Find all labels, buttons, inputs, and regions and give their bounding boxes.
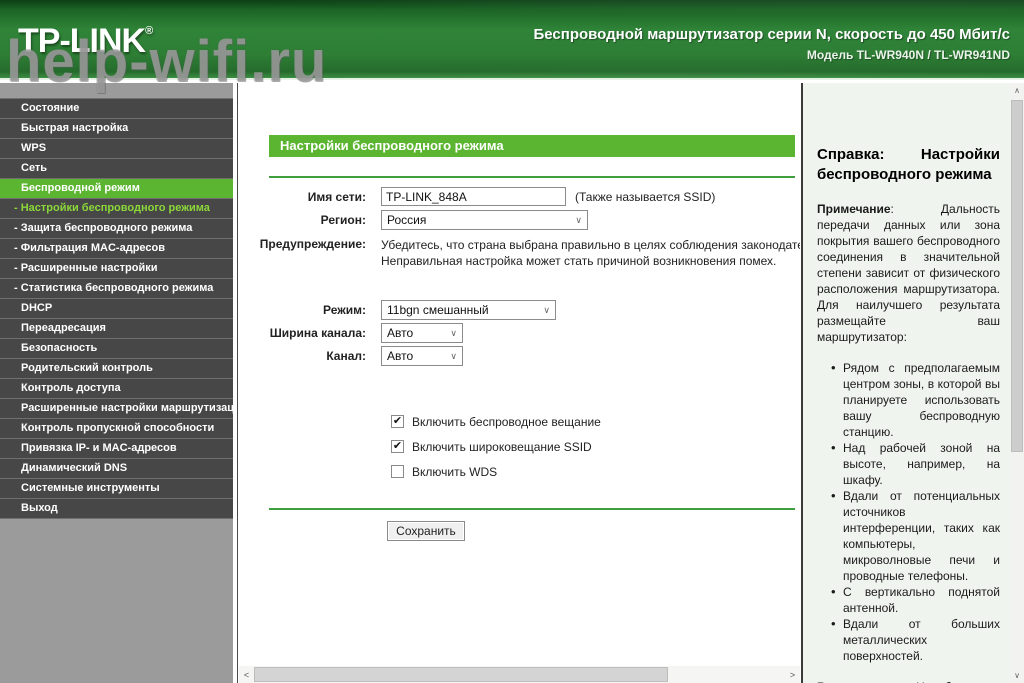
region-select[interactable]: Россия ∨ [381, 210, 588, 230]
help-bullet-3: С вертикально поднятой антенной. [831, 584, 1000, 616]
checkbox-checked-icon[interactable]: ✔ [391, 440, 404, 453]
channel-width-row: Ширина канала: Авто ∨ [238, 323, 800, 343]
channel-value: Авто [387, 349, 414, 363]
help-title: Справка: Настройки беспроводного режима [817, 145, 1000, 185]
sidebar-item-0[interactable]: Состояние [0, 98, 233, 118]
chevron-down-icon: ∨ [575, 214, 582, 225]
channel-label: Канал: [326, 349, 366, 363]
sidebar-item-14[interactable]: Контроль доступа [0, 378, 233, 398]
help-title-right: Настройки [920, 146, 1000, 163]
mode-value: 11bgn смешанный [387, 303, 489, 317]
horizontal-scrollbar: < > [239, 666, 800, 683]
warning-row: Предупреждение: Убедитесь, что страна вы… [238, 237, 800, 269]
ssid-label: Имя сети: [307, 189, 366, 204]
header: TP-LINK® Беспроводной маршрутизатор сери… [0, 0, 1024, 80]
sidebar-item-18[interactable]: Динамический DNS [0, 458, 233, 478]
ssid-input[interactable] [381, 187, 566, 206]
channel-width-value: Авто [387, 326, 414, 340]
sidebar-item-13[interactable]: Родительский контроль [0, 358, 233, 378]
sidebar-item-3[interactable]: Сеть [0, 158, 233, 178]
checkbox-unchecked-icon[interactable] [391, 465, 404, 478]
page-title: Настройки беспроводного режима [269, 135, 795, 157]
sidebar-item-4[interactable]: Беспроводной режим [0, 178, 233, 198]
help-note: Примечание: Дальность передачи данных ил… [817, 202, 1000, 344]
mode-row: Режим: 11bgn смешанный ∨ [238, 300, 800, 320]
sidebar-item-6[interactable]: - Защита беспроводного режима [0, 218, 233, 238]
router-model: Модель TL-WR940N / TL-WR941ND [806, 48, 1010, 62]
help-title-line2: беспроводного режима [817, 166, 992, 183]
horizontal-scroll-thumb[interactable] [254, 667, 669, 682]
sidebar-item-16[interactable]: Контроль пропускной способности [0, 418, 233, 438]
checkbox-label: Включить широковещание SSID [412, 439, 592, 454]
region-label: Регион: [320, 213, 366, 227]
channel-select[interactable]: Авто ∨ [381, 346, 463, 366]
scroll-left-icon[interactable]: < [239, 666, 254, 683]
mode-label: Режим: [323, 303, 366, 317]
checkbox-label: Включить WDS [412, 464, 498, 479]
warning-line2: Неправильная настройка может стать причи… [381, 254, 777, 268]
horizontal-scroll-track[interactable] [254, 666, 785, 683]
checkbox-row-0: ✔ Включить беспроводное вещание [391, 414, 800, 429]
header-right: Беспроводной маршрутизатор серии N, скор… [533, 26, 1010, 62]
help-bullet-4: Вдали от больших металлических поверхнос… [831, 616, 1000, 664]
help-bullet-1: Над рабочей зоной на высоте, например, н… [831, 440, 1000, 488]
router-tagline: Беспроводной маршрутизатор серии N, скор… [533, 26, 1010, 43]
mode-select[interactable]: 11bgn смешанный ∨ [381, 300, 556, 320]
sidebar-item-2[interactable]: WPS [0, 138, 233, 158]
warning-line1: Убедитесь, что страна выбрана правильно … [381, 238, 800, 252]
warning-label: Предупреждение: [259, 237, 366, 251]
sidebar-item-5[interactable]: - Настройки беспроводного режима [0, 198, 233, 218]
help-bullet-2: Вдали от потенциальных источников интерф… [831, 488, 1000, 584]
sidebar-top-cap [0, 83, 233, 98]
router-admin-page: TP-LINK® Беспроводной маршрутизатор сери… [0, 0, 1024, 683]
tplink-logo: TP-LINK® [18, 22, 153, 60]
sidebar-item-11[interactable]: Переадресация [0, 318, 233, 338]
checkbox-row-1: ✔ Включить широковещание SSID [391, 439, 800, 454]
help-bullet-list: Рядом с предполагаемым центром зоны, в к… [831, 360, 1000, 664]
sidebar-item-8[interactable]: - Расширенные настройки [0, 258, 233, 278]
channel-row: Канал: Авто ∨ [238, 346, 800, 366]
ssid-row: Имя сети: (Также называется SSID) [238, 187, 800, 206]
sidebar-item-1[interactable]: Быстрая настройка [0, 118, 233, 138]
chevron-down-icon: ∨ [450, 350, 457, 361]
sidebar-item-9[interactable]: - Статистика беспроводного режима [0, 278, 233, 298]
channel-width-select[interactable]: Авто ∨ [381, 323, 463, 343]
save-button[interactable]: Сохранить [387, 521, 465, 541]
vertical-scrollbar: ∧ ∨ [1010, 83, 1024, 683]
separator-bottom [269, 508, 795, 510]
checkbox-group: ✔ Включить беспроводное вещание ✔ Включить … [238, 414, 800, 479]
sidebar-item-19[interactable]: Системные инструменты [0, 478, 233, 498]
help-panel: Справка: Настройки беспроводного режима … [803, 83, 1010, 683]
checkbox-checked-icon[interactable]: ✔ [391, 415, 404, 428]
vertical-scroll-thumb[interactable] [1011, 100, 1023, 452]
separator-top [269, 176, 795, 178]
sidebar-item-17[interactable]: Привязка IP- и MAC-адресов [0, 438, 233, 458]
region-value: Россия [387, 213, 427, 227]
ssid-note: (Также называется SSID) [575, 189, 716, 204]
sidebar-item-20[interactable]: Выход [0, 498, 233, 518]
scroll-up-icon[interactable]: ∧ [1010, 83, 1024, 98]
checkbox-label: Включить беспроводное вещание [412, 414, 601, 429]
sidebar-item-12[interactable]: Безопасность [0, 338, 233, 358]
scroll-right-icon[interactable]: > [785, 666, 800, 683]
main-content: Настройки беспроводного режима Имя сети:… [237, 83, 800, 683]
sidebar-item-7[interactable]: - Фильтрация MAC-адресов [0, 238, 233, 258]
channel-width-label: Ширина канала: [269, 326, 366, 340]
sidebar: Состояние Быстрая настройка WPS Сеть Беспров… [0, 83, 233, 683]
help-attention: Внимание: Несоблюдение настоящих инструк… [817, 679, 1000, 683]
scroll-down-icon[interactable]: ∨ [1010, 668, 1024, 683]
chevron-down-icon: ∨ [543, 304, 550, 315]
checkbox-row-2: Включить WDS [391, 464, 800, 479]
sidebar-item-15[interactable]: Расширенные настройки маршрутизации [0, 398, 233, 418]
help-bullet-0: Рядом с предполагаемым центром зоны, в к… [831, 360, 1000, 440]
sidebar-menu: Состояние Быстрая настройка WPS Сеть Беспров… [0, 98, 233, 519]
sidebar-item-10[interactable]: DHCP [0, 298, 233, 318]
chevron-down-icon: ∨ [450, 327, 457, 338]
registered-mark: ® [145, 25, 153, 37]
region-row: Регион: Россия ∨ [238, 210, 800, 230]
help-title-left: Справка: [817, 146, 885, 163]
